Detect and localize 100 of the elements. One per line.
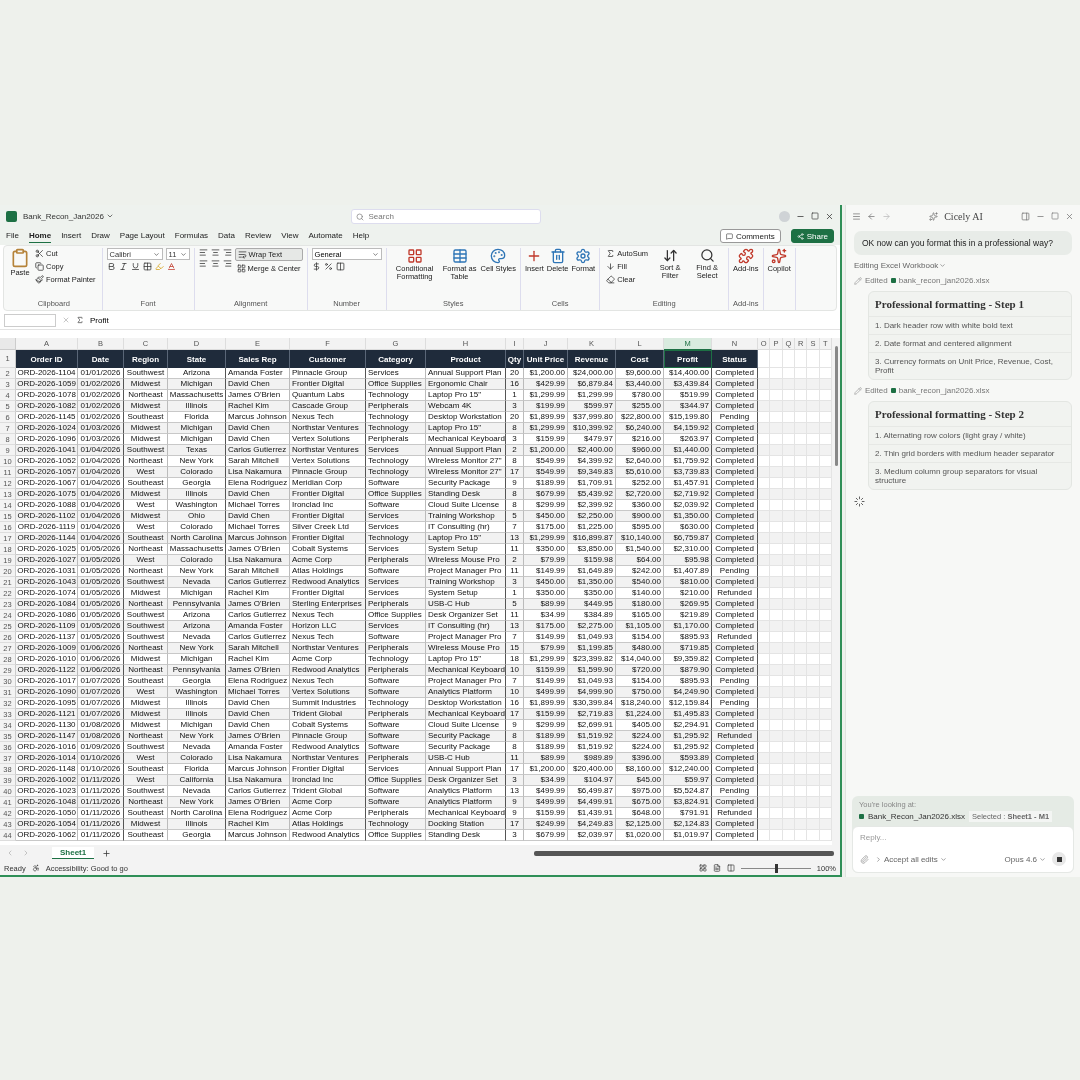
zoom-slider-thumb[interactable] — [774, 863, 778, 873]
menu-tab[interactable]: Review — [245, 229, 272, 243]
eraser-icon — [606, 275, 616, 284]
chevron-icon — [875, 855, 882, 863]
menu-tab[interactable]: View — [281, 229, 299, 243]
percent-icon[interactable] — [323, 262, 333, 271]
app-title: Cicely AI — [944, 210, 983, 222]
pencil-icon — [854, 386, 862, 395]
table-cell: Completed — [712, 830, 758, 841]
file-name[interactable]: Bank_Recon_Jan2026.xlsx — [868, 812, 965, 821]
menu-tab[interactable]: Insert — [61, 229, 82, 243]
borders-icon[interactable] — [142, 262, 152, 271]
grid-icon — [406, 248, 423, 264]
user-message: OK now can you format this in a professional way? — [854, 231, 1072, 255]
align-right-icon[interactable] — [222, 259, 232, 268]
spreadsheet-icon — [890, 278, 896, 283]
caret-icon — [1039, 855, 1046, 863]
column-header: Revenue — [568, 350, 616, 368]
step-item: 2. Thin grid borders with medium header separator — [869, 444, 1071, 462]
spinner-icon — [854, 496, 865, 507]
menu-tab[interactable]: Formulas — [174, 229, 209, 243]
arrow-down-icon — [606, 262, 616, 271]
menu-tab[interactable]: Page Layout — [119, 229, 165, 243]
menu-tab[interactable]: Automate — [308, 229, 343, 243]
table-cell: Redwood Analytics — [290, 830, 366, 841]
stop-button[interactable] — [1052, 852, 1066, 866]
scrollbar[interactable] — [534, 850, 834, 856]
card-title: Professional formatting - Step 2 — [874, 407, 1025, 422]
step-item: 3. Medium column group separators for visual structure — [869, 462, 1071, 489]
settings-icon — [575, 248, 592, 264]
accept-edits-button[interactable]: Accept all edits — [875, 854, 947, 864]
scrollbar[interactable] — [832, 338, 840, 845]
menu-tab[interactable]: Data — [218, 229, 235, 243]
edit-label: Edited — [865, 386, 888, 395]
font-color-icon[interactable] — [166, 262, 176, 271]
columns-icon[interactable] — [335, 262, 345, 271]
back-icon[interactable] — [867, 211, 876, 221]
bold-icon[interactable] — [106, 262, 116, 271]
align-left-icon[interactable] — [198, 248, 208, 257]
window-title[interactable]: Bank_Recon_Jan2026 — [23, 211, 114, 221]
menu-tab[interactable]: Home — [28, 229, 52, 243]
caret-icon — [105, 212, 114, 220]
page-break-icon[interactable] — [726, 864, 735, 872]
underline-icon[interactable] — [130, 262, 140, 271]
comments-button[interactable]: Comments — [719, 229, 781, 243]
table-cell: Southeast — [124, 830, 168, 841]
panel-icon[interactable] — [1021, 211, 1030, 221]
caret-icon — [939, 855, 947, 863]
model-selector[interactable]: Opus 4.6 — [1004, 854, 1046, 864]
file-name[interactable]: bank_recon_jan2026.xlsx — [898, 386, 990, 395]
column-header: Cost — [616, 350, 664, 368]
copy-icon — [35, 262, 44, 271]
table-cell: Standing Desk — [426, 830, 506, 841]
menu-icon[interactable] — [852, 211, 861, 221]
search-icon — [699, 248, 715, 263]
align-left-icon[interactable] — [198, 259, 208, 268]
menu-tab[interactable]: File — [6, 229, 19, 243]
normal-view-icon[interactable] — [698, 864, 707, 872]
align-center-icon[interactable] — [210, 259, 220, 268]
search-icon — [356, 212, 365, 221]
close-icon[interactable] — [1065, 211, 1074, 221]
function-icon[interactable] — [76, 316, 84, 324]
search-field[interactable]: Search — [351, 208, 542, 224]
dollar-icon[interactable] — [311, 262, 321, 271]
page-layout-icon[interactable] — [712, 864, 721, 872]
file-name[interactable]: bank_recon_jan2026.xlsx — [898, 276, 990, 285]
card-title: Professional formatting - Step 1 — [874, 297, 1025, 312]
column-header: Qty — [506, 350, 524, 368]
maximize-icon[interactable] — [811, 212, 819, 220]
close-icon[interactable] — [825, 211, 834, 221]
spreadsheet-icon — [890, 388, 896, 393]
sheet-tab[interactable]: Sheet1 — [52, 847, 95, 859]
caret-icon — [179, 250, 187, 258]
logo-icon — [929, 211, 939, 221]
italic-icon[interactable] — [118, 262, 128, 271]
menu-tab[interactable]: Draw — [91, 229, 110, 243]
comment-icon — [725, 232, 733, 240]
wrap-text-icon — [237, 250, 247, 259]
align-right-icon[interactable] — [222, 248, 232, 257]
mode-dropdown[interactable]: Editing Excel Workbook — [854, 261, 947, 270]
reply-field[interactable]: Reply... — [860, 833, 1066, 842]
pencil-icon — [854, 276, 862, 285]
trash-icon — [549, 248, 566, 264]
table-cell: 01/11/2026 — [78, 830, 124, 841]
table-cell: $679.99 — [524, 830, 568, 841]
add-sheet-icon[interactable] — [102, 848, 112, 858]
sigma-icon — [606, 249, 616, 258]
table-cell: Marcus Johnson — [226, 830, 290, 841]
table-icon — [451, 248, 468, 264]
align-center-icon[interactable] — [210, 248, 220, 257]
formula-field[interactable]: Profit — [90, 315, 109, 325]
column-header: Sales Rep — [226, 350, 290, 368]
share-icon — [796, 232, 804, 240]
step-item: 1. Alternating row colors (light gray / white) — [869, 426, 1071, 444]
menu-tab[interactable]: Help — [352, 229, 370, 243]
column-header: Product — [426, 350, 506, 368]
share-button[interactable]: Share — [790, 229, 834, 243]
paintbrush-icon — [35, 275, 44, 284]
column-header: Profit — [664, 350, 712, 368]
spreadsheet-icon — [859, 814, 864, 819]
